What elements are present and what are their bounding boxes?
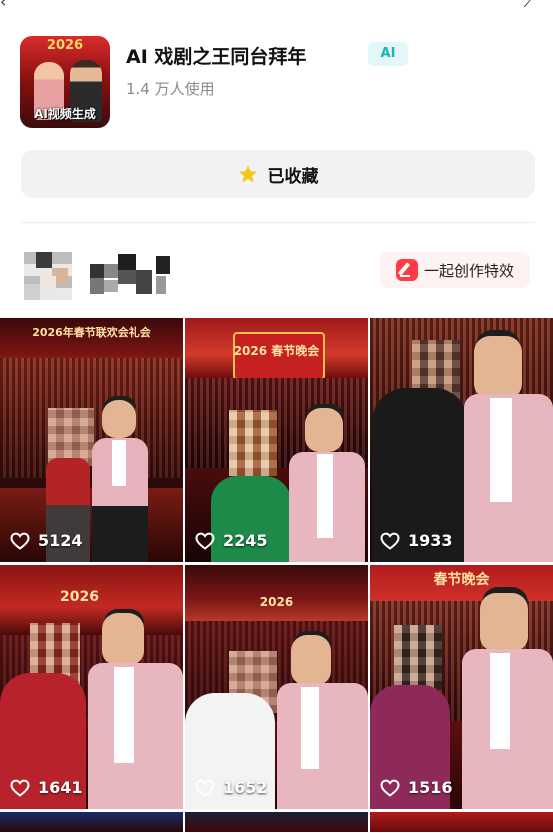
like-count-value: 1641 bbox=[38, 778, 83, 797]
blurred-face bbox=[229, 410, 277, 476]
back-arrow-icon[interactable]: ‹ bbox=[0, 0, 6, 11]
thumbnail-year: 2026 bbox=[46, 38, 84, 53]
favorite-button[interactable]: 已收藏 bbox=[21, 150, 535, 198]
video-card[interactable]: 2026年春节联欢会礼会 5124 bbox=[0, 318, 183, 562]
like-count: 1516 bbox=[380, 778, 453, 797]
video-banner: 春节晚会 bbox=[433, 572, 490, 588]
favorite-label: 已收藏 bbox=[267, 166, 319, 187]
ai-badge: AI bbox=[368, 42, 408, 66]
video-grid: 2026年春节联欢会礼会 5124 2026 春节晚会 2245 1933 20… bbox=[0, 318, 553, 833]
like-count-value: 5124 bbox=[38, 531, 83, 550]
heart-icon bbox=[195, 532, 215, 550]
thumbnail-caption: AI视频生成 bbox=[34, 107, 96, 121]
effect-title: AI 戏剧之王同台拜年 bbox=[126, 46, 307, 68]
like-count: 1933 bbox=[380, 531, 453, 550]
video-banner: 2026 bbox=[259, 595, 294, 609]
share-icon[interactable]: ⟋ bbox=[524, 0, 535, 12]
video-card[interactable]: 2026 1652 bbox=[185, 565, 368, 809]
like-count-value: 1933 bbox=[408, 531, 453, 550]
like-count: 1641 bbox=[10, 778, 83, 797]
video-banner: 2026年春节联欢会礼会 bbox=[32, 326, 151, 339]
heart-icon bbox=[10, 779, 30, 797]
heart-icon bbox=[10, 532, 30, 550]
effect-header: 2026 AI视频生成 AI 戏剧之王同台拜年 AI 1.4 万人使用 bbox=[20, 36, 540, 132]
divider bbox=[21, 222, 535, 223]
video-card[interactable]: 2026 春节晚会 2245 bbox=[185, 318, 368, 562]
status-strip: ‹ ⟋ bbox=[0, 0, 553, 12]
creator-row: 一起创作特效 bbox=[24, 252, 544, 304]
video-banner: 2026 春节晚会 bbox=[233, 344, 320, 358]
video-banner: 2026 bbox=[60, 589, 99, 605]
star-icon bbox=[238, 165, 257, 183]
like-count-value: 1516 bbox=[408, 778, 453, 797]
video-card[interactable] bbox=[185, 812, 368, 832]
like-count-value: 1652 bbox=[223, 778, 268, 797]
like-count: 1652 bbox=[195, 778, 268, 797]
avatar[interactable] bbox=[24, 252, 72, 300]
video-card[interactable] bbox=[370, 812, 553, 832]
video-card[interactable]: 春节晚会 1516 bbox=[370, 565, 553, 809]
video-card[interactable]: 1933 bbox=[370, 318, 553, 562]
heart-icon bbox=[380, 532, 400, 550]
edit-icon bbox=[395, 259, 418, 281]
cocreate-label: 一起创作特效 bbox=[423, 261, 514, 280]
like-count: 5124 bbox=[10, 531, 83, 550]
heart-icon bbox=[195, 779, 215, 797]
video-card[interactable]: 2026 1641 bbox=[0, 565, 183, 809]
usage-count: 1.4 万人使用 bbox=[126, 80, 215, 98]
effect-thumbnail[interactable]: 2026 AI视频生成 bbox=[20, 36, 110, 128]
like-count: 2245 bbox=[195, 531, 268, 550]
like-count-value: 2245 bbox=[223, 531, 268, 550]
cocreate-button[interactable]: 一起创作特效 bbox=[380, 252, 530, 288]
heart-icon bbox=[380, 779, 400, 797]
blurred-face bbox=[394, 625, 442, 689]
video-card[interactable] bbox=[0, 812, 183, 832]
creator-name-pixelated[interactable] bbox=[90, 254, 176, 298]
